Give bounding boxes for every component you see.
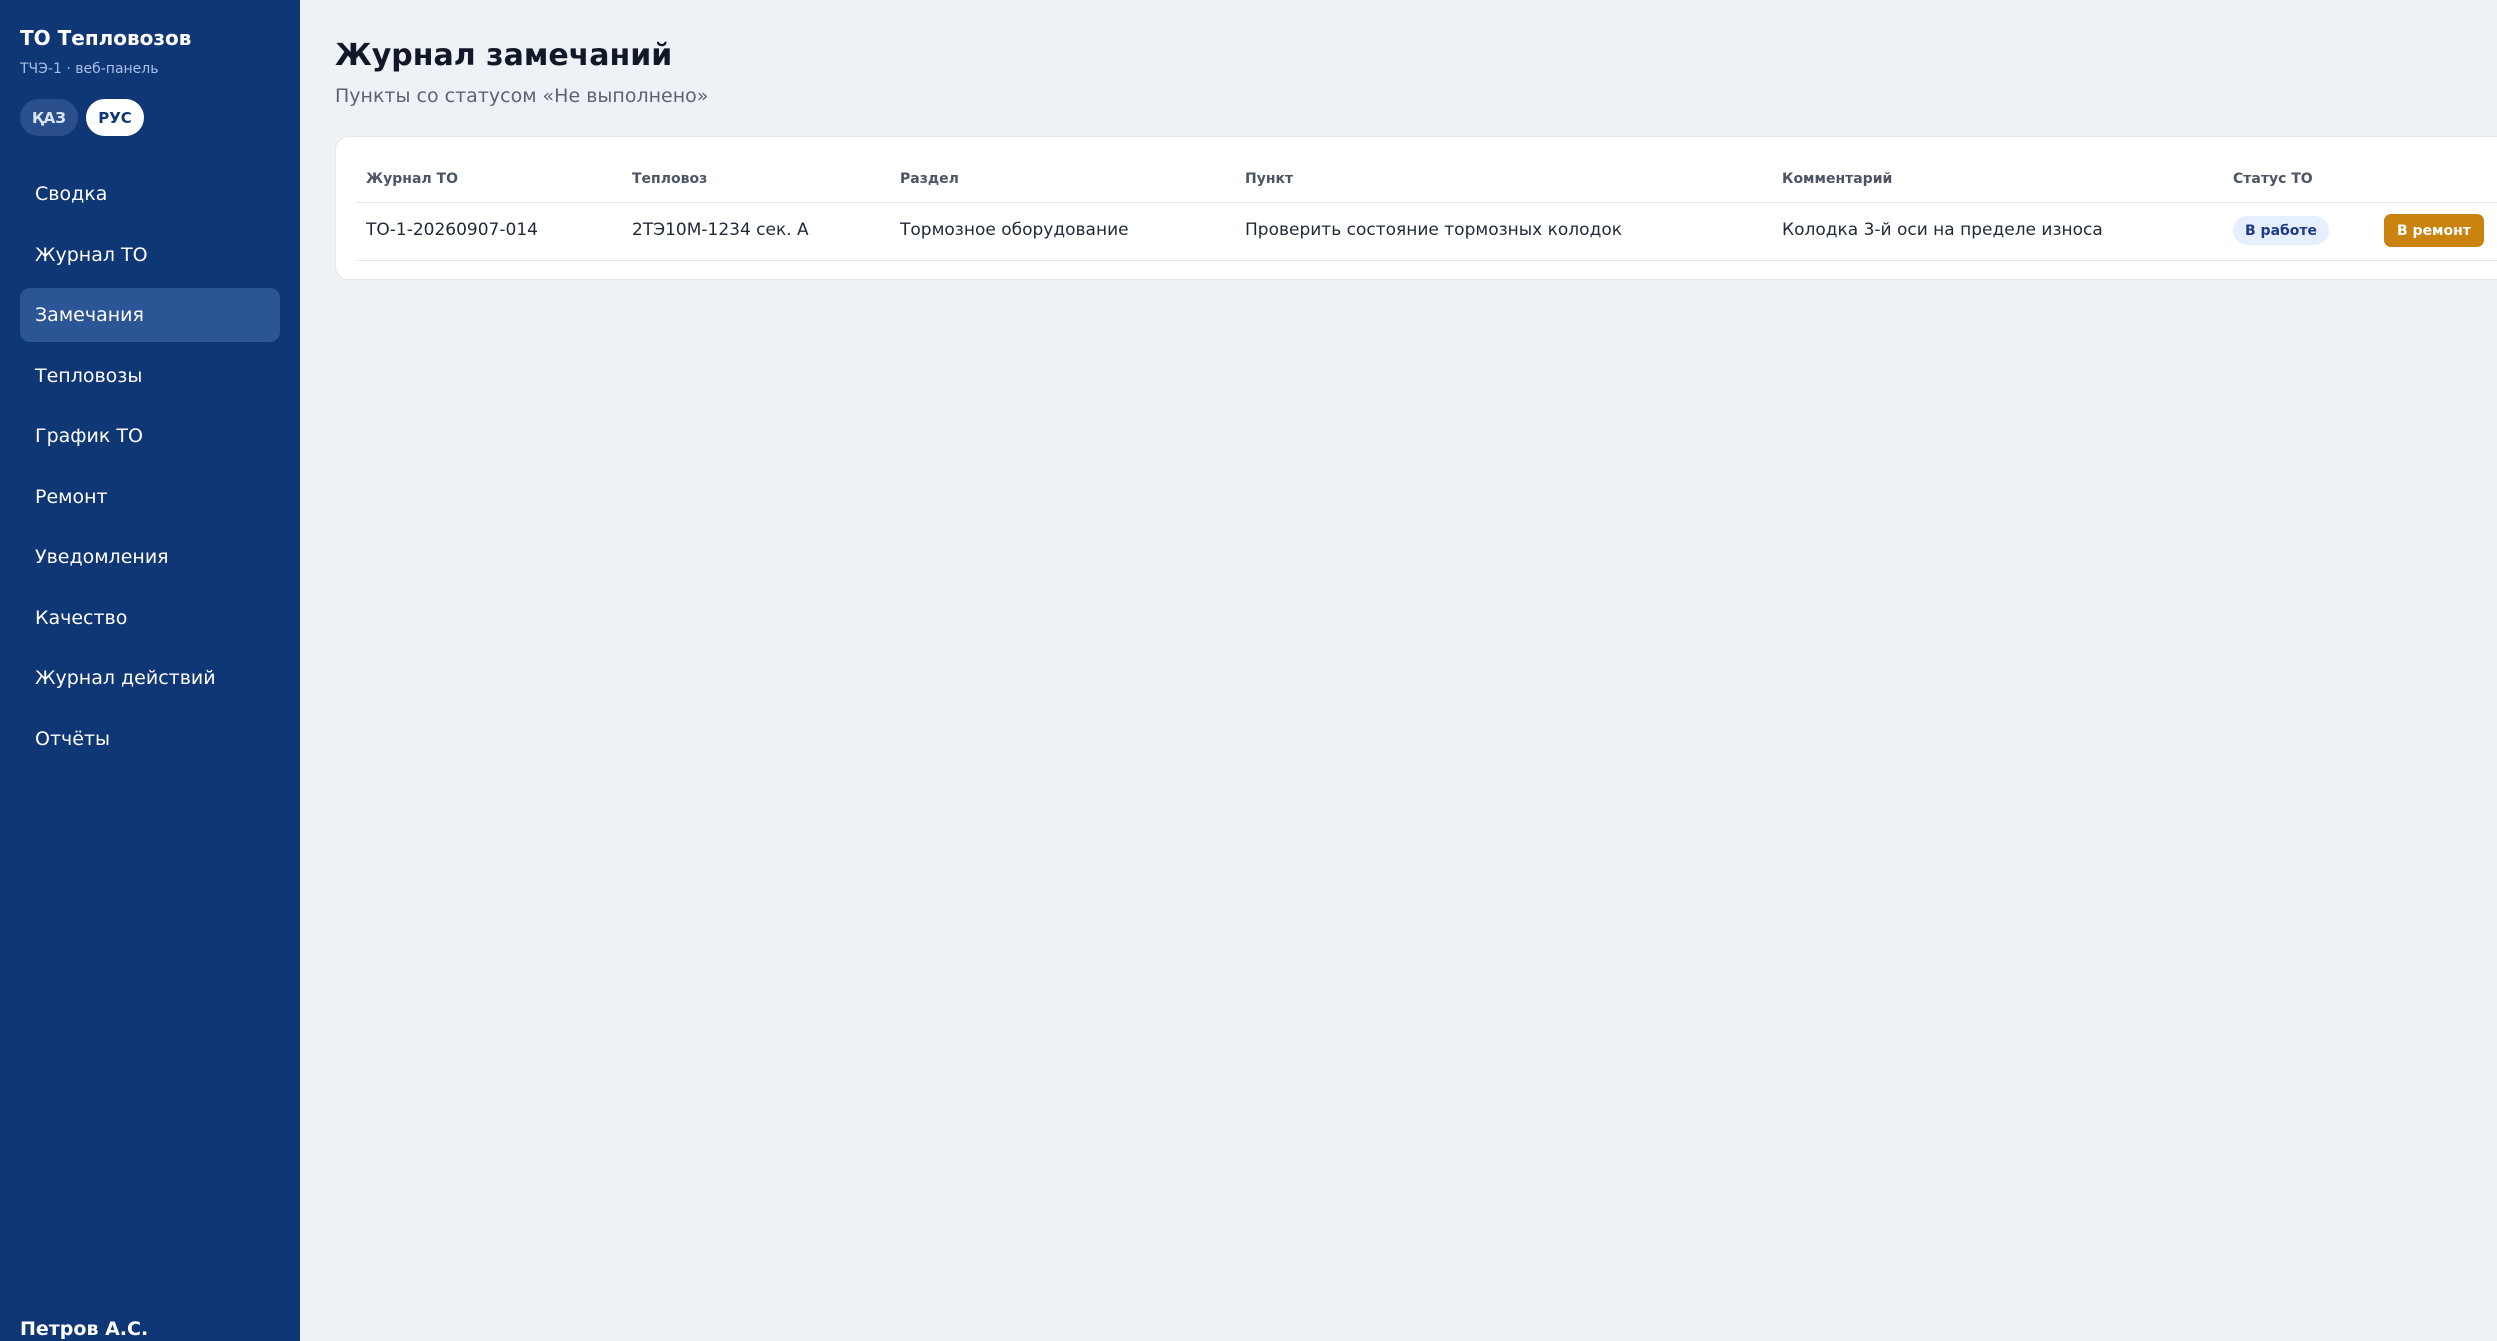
sidebar-item-label: Сводка (35, 183, 108, 205)
sidebar-item-maintenance-journal[interactable]: Журнал ТО (20, 228, 280, 282)
app-subtitle: ТЧЭ-1 · веб-панель (20, 61, 159, 77)
sidebar-item-label: Журнал действий (35, 667, 216, 689)
sidebar-item-label: Ремонт (35, 485, 108, 508)
send-to-repair-button[interactable]: В ремонт (2384, 214, 2484, 247)
cell-section: Тормозное оборудование (900, 220, 1129, 240)
remarks-table-card: Журнал ТО Тепловоз Раздел Пункт Коммента… (335, 136, 2497, 280)
sidebar-item-label: Замечания (35, 304, 144, 326)
column-header-status: Статус ТО (2233, 171, 2313, 187)
page-subtitle: Пункты со статусом «Не выполнено» (335, 85, 709, 107)
sidebar-nav: Сводка Журнал ТО Замечания Тепловозы Гра… (20, 167, 280, 772)
status-badge: В работе (2233, 216, 2330, 245)
cell-journal: ТО-1-20260907-014 (366, 220, 538, 240)
sidebar-item-label: Качество (35, 606, 128, 629)
sidebar-item-action-log[interactable]: Журнал действий (20, 651, 280, 705)
sidebar-item-label: Журнал ТО (35, 243, 148, 266)
sidebar-item-remarks[interactable]: Замечания (20, 288, 280, 342)
cell-item: Проверить состояние тормозных колодок (1245, 220, 1622, 240)
cell-locomotive: 2ТЭ10М-1234 сек. А (632, 220, 809, 240)
sidebar-item-summary[interactable]: Сводка (20, 167, 280, 221)
sidebar-item-maintenance-schedule[interactable]: График ТО (20, 409, 280, 463)
sidebar-item-reports[interactable]: Отчёты (20, 712, 280, 766)
column-header-comment: Комментарий (1782, 171, 1893, 187)
user-name: Петров А.С. (20, 1318, 149, 1340)
sidebar-item-label: График ТО (35, 425, 143, 447)
language-rus-button[interactable]: РУС (86, 99, 144, 136)
sidebar-item-label: Уведомления (35, 546, 169, 568)
cell-comment: Колодка 3-й оси на пределе износа (1782, 220, 2103, 240)
sidebar-item-quality[interactable]: Качество (20, 591, 280, 645)
app-root: ТО Тепловозов ТЧЭ-1 · веб-панель ҚАЗ РУС… (0, 0, 2497, 1341)
column-header-journal: Журнал ТО (366, 171, 458, 187)
sidebar-item-locomotives[interactable]: Тепловозы (20, 349, 280, 403)
sidebar-item-notifications[interactable]: Уведомления (20, 530, 280, 584)
sidebar-item-label: Тепловозы (35, 364, 143, 387)
table-row: ТО-1-20260907-014 2ТЭ10М-1234 сек. А Тор… (356, 202, 2497, 261)
column-header-section: Раздел (900, 171, 959, 187)
column-header-locomotive: Тепловоз (632, 171, 708, 187)
sidebar-item-repair[interactable]: Ремонт (20, 470, 280, 524)
column-header-item: Пункт (1245, 171, 1294, 187)
language-kaz-button[interactable]: ҚАЗ (20, 99, 78, 136)
main-content: Журнал замечаний Пункты со статусом «Не … (300, 0, 2497, 1341)
table-header: Журнал ТО Тепловоз Раздел Пункт Коммента… (356, 137, 2497, 203)
app-title: ТО Тепловозов (20, 26, 192, 50)
page-title: Журнал замечаний (335, 38, 673, 73)
sidebar: ТО Тепловозов ТЧЭ-1 · веб-панель ҚАЗ РУС… (0, 0, 300, 1341)
sidebar-item-label: Отчёты (35, 727, 111, 750)
